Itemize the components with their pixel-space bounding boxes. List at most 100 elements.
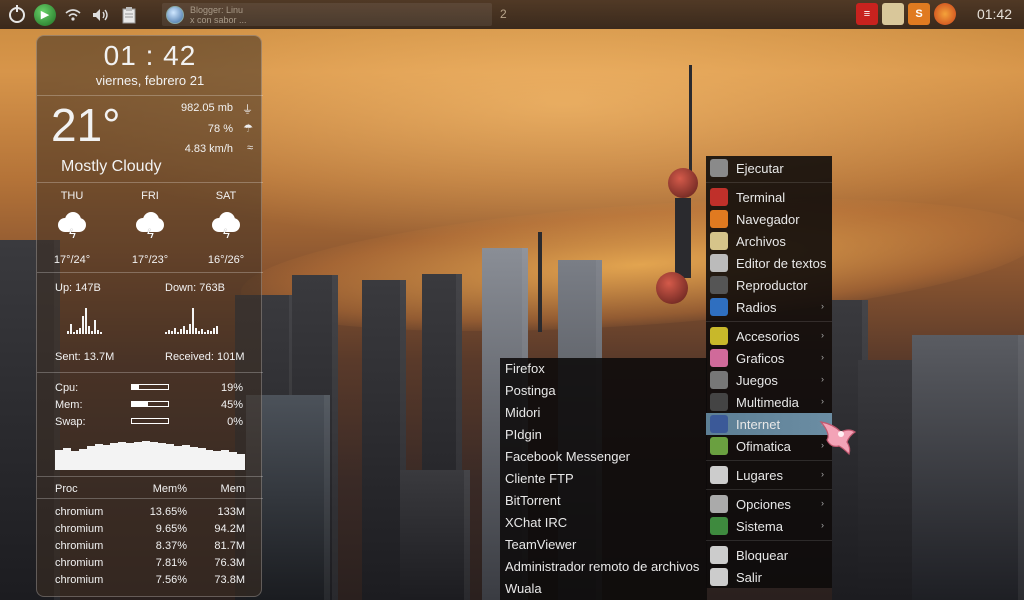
graphics-icon xyxy=(710,349,728,367)
menu-item-midori[interactable]: Midori xyxy=(500,402,707,424)
menu-item-bloquear[interactable]: Bloquear xyxy=(706,544,832,566)
memory-stat: 982.05 mb xyxy=(181,102,233,114)
menu-item-label: Terminal xyxy=(736,189,786,205)
exit-icon xyxy=(710,568,728,586)
menu-item-opciones[interactable]: Opciones › xyxy=(706,493,832,515)
swap-bar xyxy=(131,418,169,424)
menu-item-pidgin[interactable]: PIdgin xyxy=(500,424,707,446)
firefox-icon xyxy=(710,210,728,228)
menu-item-xchat-irc[interactable]: XChat IRC xyxy=(500,512,707,534)
menu-item-terminal[interactable]: Terminal xyxy=(706,186,832,208)
terminal-app-icon[interactable]: ≡ xyxy=(856,3,878,25)
play-icon[interactable]: ▶ xyxy=(34,3,56,26)
chevron-right-icon: › xyxy=(821,396,824,406)
accessories-icon xyxy=(710,327,728,345)
mem-label: Mem: xyxy=(55,399,83,411)
chevron-right-icon: › xyxy=(821,374,824,384)
memory-history-graph xyxy=(55,438,246,470)
chevron-right-icon: › xyxy=(821,520,824,530)
menu-item-accesorios[interactable]: Accesorios › xyxy=(706,325,832,347)
folder-icon xyxy=(710,232,728,250)
menu-item-remote-file-admin[interactable]: Administrador remoto de archivos xyxy=(500,556,707,578)
humidity-icon: ☂ xyxy=(243,123,253,135)
menu-item-reproductor[interactable]: Reproductor xyxy=(706,274,832,296)
menu-separator xyxy=(706,321,832,322)
mem-value: 45% xyxy=(220,399,243,411)
thunderstorm-icon: ϟ xyxy=(56,212,88,241)
menu-item-lugares[interactable]: Lugares › xyxy=(706,464,832,486)
options-icon xyxy=(710,495,728,513)
menu-item-label: Editor de textos xyxy=(736,255,827,271)
facebook-icon xyxy=(710,415,728,433)
cpu-bar xyxy=(131,384,169,390)
chevron-right-icon: › xyxy=(821,498,824,508)
menu-item-label: Salir xyxy=(736,569,763,585)
widget-date: viernes, febrero 21 xyxy=(95,73,205,88)
menu-item-facebook-messenger[interactable]: Facebook Messenger xyxy=(500,446,707,468)
thunderstorm-icon: ϟ xyxy=(134,212,166,241)
divider xyxy=(37,95,263,96)
folder-icon[interactable] xyxy=(882,3,904,25)
menu-item-navegador[interactable]: Navegador xyxy=(706,208,832,230)
wallpaper-tower xyxy=(668,168,698,198)
menu-item-teamviewer[interactable]: TeamViewer xyxy=(500,534,707,556)
multimedia-icon xyxy=(710,393,728,411)
menu-item-wuala[interactable]: Wuala xyxy=(500,578,707,600)
sublime-icon[interactable]: S xyxy=(908,3,930,25)
media-player-icon xyxy=(710,276,728,294)
wallpaper-tower xyxy=(689,65,692,175)
net-down: Down: 763B xyxy=(165,282,225,294)
main-menu: Ejecutar Terminal Navegador Archivos Editor … xyxy=(706,156,832,588)
weight-icon: ⏚ xyxy=(242,104,253,116)
taskbar-window-button[interactable]: Blogger: Linu x con sabor ... xyxy=(162,3,492,26)
menu-item-archivos[interactable]: Archivos xyxy=(706,230,832,252)
humidity-stat: 78 % xyxy=(207,123,233,135)
menu-item-multimedia[interactable]: Multimedia › xyxy=(706,391,832,413)
launcher-tray: ≡ S xyxy=(856,3,956,25)
forecast-day: FRI ϟ 17°/23° xyxy=(131,190,169,266)
menu-item-label: Reproductor xyxy=(736,277,808,293)
power-icon[interactable] xyxy=(6,4,28,26)
current-temperature: 21° xyxy=(51,99,121,151)
menu-item-radios[interactable]: Radios › xyxy=(706,296,832,318)
menu-item-editor-de-textos[interactable]: Editor de textos xyxy=(706,252,832,274)
menu-item-juegos[interactable]: Juegos › xyxy=(706,369,832,391)
menu-item-label: Lugares xyxy=(736,467,783,483)
divider xyxy=(37,272,263,273)
text-editor-icon xyxy=(710,254,728,272)
divider xyxy=(37,372,263,373)
swap-label: Swap: xyxy=(55,416,86,428)
menu-item-internet[interactable]: Internet› xyxy=(706,413,832,435)
volume-icon[interactable] xyxy=(90,4,112,26)
chromium-icon xyxy=(166,5,184,24)
wallpaper-tower xyxy=(675,198,691,278)
pointer-cursor-icon xyxy=(819,421,857,456)
menu-item-salir[interactable]: Salir xyxy=(706,566,832,588)
menu-item-sistema[interactable]: Sistema › xyxy=(706,515,832,537)
menu-item-ejecutar[interactable]: Ejecutar xyxy=(706,157,832,179)
firefox-icon[interactable] xyxy=(934,3,956,25)
clipboard-icon[interactable] xyxy=(118,4,140,26)
menu-item-label: Sistema xyxy=(736,518,783,534)
wallpaper-tower xyxy=(538,232,542,332)
menu-item-label: Archivos xyxy=(736,233,786,249)
panel-clock[interactable]: 01:42 xyxy=(977,6,1012,22)
terminal-icon xyxy=(710,188,728,206)
system-icon xyxy=(710,517,728,535)
swap-value: 0% xyxy=(227,416,243,428)
menu-item-label: Multimedia xyxy=(736,394,799,410)
menu-item-label: Bloquear xyxy=(736,547,789,563)
menu-item-label: Radios xyxy=(736,299,777,315)
menu-item-postinga[interactable]: Postinga xyxy=(500,380,707,402)
menu-item-cliente-ftp[interactable]: Cliente FTP xyxy=(500,468,707,490)
music-icon xyxy=(710,298,728,316)
menu-item-firefox[interactable]: Firefox xyxy=(500,358,707,380)
menu-item-bittorrent[interactable]: BitTorrent xyxy=(500,490,707,512)
wallpaper-tower xyxy=(656,272,688,304)
menu-item-ofimatica[interactable]: Ofimatica › xyxy=(706,435,832,457)
wifi-icon[interactable] xyxy=(62,4,84,26)
menu-item-label: Navegador xyxy=(736,211,800,227)
desktop-pager[interactable]: 2 xyxy=(500,7,507,21)
menu-item-label: Ejecutar xyxy=(736,160,784,176)
menu-item-graficos[interactable]: Graficos › xyxy=(706,347,832,369)
